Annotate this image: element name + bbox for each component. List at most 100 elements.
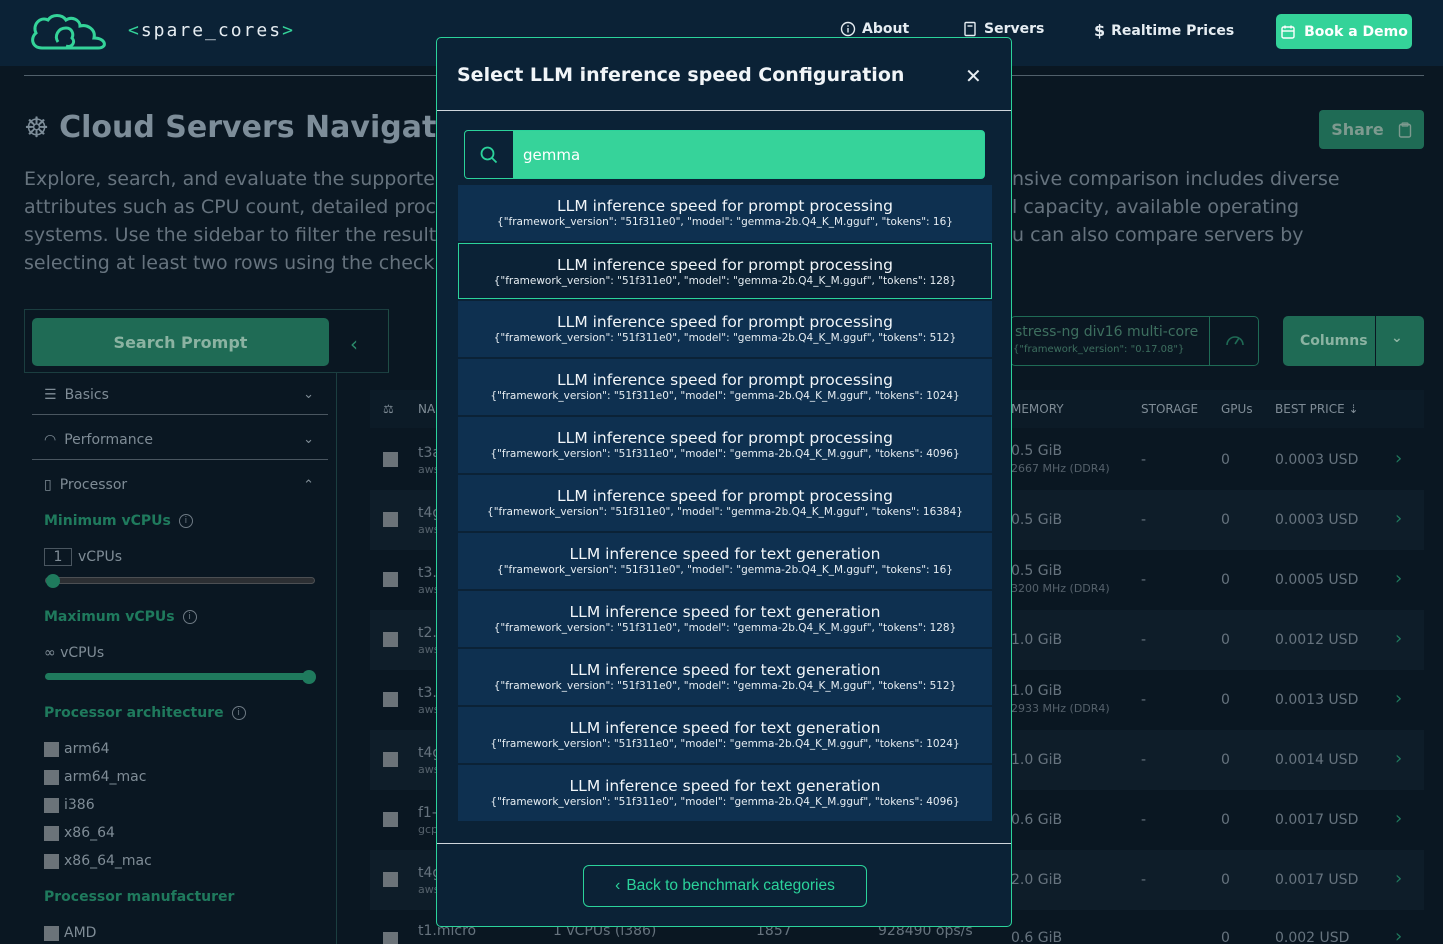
search-icon	[465, 131, 513, 178]
arch-checkbox[interactable]	[44, 826, 59, 841]
server-price: 0.0003 USD	[1275, 452, 1359, 468]
column-gpus[interactable]: GPUs	[1221, 402, 1253, 416]
chevron-right-icon[interactable]: ›	[1395, 568, 1402, 589]
calendar-icon	[1281, 25, 1295, 39]
server-gpus: 0	[1221, 872, 1230, 888]
config-option[interactable]: LLM inference speed for prompt processin…	[458, 185, 992, 241]
server-memory-detail: 2667 MHz (DDR4)	[1011, 462, 1110, 475]
server-name: t3.	[418, 565, 437, 581]
search-box	[464, 130, 985, 179]
slider-handle[interactable]	[302, 670, 316, 684]
config-option[interactable]: LLM inference speed for text generation{…	[458, 591, 992, 647]
row-checkbox[interactable]	[383, 812, 398, 827]
chevron-left-icon[interactable]: ‹	[350, 332, 358, 356]
config-option[interactable]: LLM inference speed for prompt processin…	[458, 475, 992, 531]
row-checkbox[interactable]	[383, 752, 398, 767]
config-option[interactable]: LLM inference speed for prompt processin…	[458, 417, 992, 473]
arch-checkbox[interactable]	[44, 742, 59, 757]
chevron-right-icon[interactable]: ›	[1395, 748, 1402, 769]
chevron-right-icon[interactable]: ›	[1395, 508, 1402, 529]
server-memory: 1.0 GiB	[1011, 683, 1063, 699]
search-input[interactable]	[515, 131, 983, 178]
share-button[interactable]: Share	[1319, 110, 1424, 149]
config-option[interactable]: LLM inference speed for text generation{…	[458, 533, 992, 589]
chevron-right-icon[interactable]: ›	[1395, 868, 1402, 889]
min-vcpus-input[interactable]: 1	[44, 548, 72, 566]
arch-checkbox[interactable]	[44, 798, 59, 813]
row-checkbox[interactable]	[383, 632, 398, 647]
config-option[interactable]: LLM inference speed for text generation{…	[458, 707, 992, 763]
close-icon[interactable]: ✕	[965, 64, 982, 88]
min-vcpus-slider[interactable]	[45, 574, 315, 588]
compare-icon[interactable]: ⚖	[383, 402, 394, 416]
brand-name[interactable]: <spare_cores>	[128, 20, 295, 41]
chevron-right-icon[interactable]: ›	[1395, 926, 1402, 944]
server-price: 0.0017 USD	[1275, 872, 1359, 888]
sidebar-section-processor[interactable]: ▯ Processor ⌃	[32, 465, 328, 505]
min-vcpus-label: Minimum vCPUs i	[44, 513, 193, 529]
server-price: 0.0005 USD	[1275, 572, 1359, 588]
info-icon[interactable]: i	[182, 610, 197, 624]
book-demo-button[interactable]: Book a Demo	[1276, 14, 1412, 49]
info-icon[interactable]: i	[178, 514, 193, 528]
server-gpus: 0	[1221, 572, 1230, 588]
row-checkbox[interactable]	[383, 452, 398, 467]
column-memory[interactable]: MEMORY	[1011, 402, 1064, 416]
config-option[interactable]: LLM inference speed for prompt processin…	[458, 301, 992, 357]
sidebar-section-basics[interactable]: ☰ Basics ⌄	[32, 375, 328, 415]
columns-button[interactable]: Columns ⌄	[1283, 316, 1424, 366]
row-checkbox[interactable]	[383, 512, 398, 527]
search-prompt-button[interactable]: Search Prompt	[32, 318, 329, 366]
config-option[interactable]: LLM inference speed for prompt processin…	[458, 359, 992, 415]
intro-text-right: nsive comparison includes diverse l capa…	[1012, 168, 1340, 246]
info-icon	[840, 21, 856, 37]
nav-servers[interactable]: Servers	[962, 21, 1044, 37]
arch-checkbox[interactable]	[44, 770, 59, 785]
column-storage[interactable]: STORAGE	[1141, 402, 1198, 416]
chevron-right-icon[interactable]: ›	[1395, 628, 1402, 649]
arch-checkbox[interactable]	[44, 854, 59, 869]
config-option[interactable]: LLM inference speed for text generation{…	[458, 765, 992, 821]
nav-about[interactable]: About	[840, 21, 909, 37]
chevron-right-icon[interactable]: ›	[1395, 808, 1402, 829]
arch-label: x86_64	[64, 825, 115, 841]
max-vcpus-value: ∞ vCPUs	[44, 645, 105, 661]
server-storage: -	[1141, 752, 1147, 768]
chevron-right-icon[interactable]: ›	[1395, 688, 1402, 709]
server-storage: -	[1141, 632, 1147, 648]
sidebar-section-performance[interactable]: ◠ Performance ⌄	[32, 420, 328, 460]
chevron-down-icon[interactable]: ⌄	[1391, 330, 1403, 346]
arch-label: x86_64_mac	[64, 853, 152, 869]
column-best-price[interactable]: BEST PRICE ⇣	[1275, 402, 1359, 416]
server-memory: 0.5 GiB	[1011, 512, 1063, 528]
row-checkbox[interactable]	[383, 932, 398, 944]
row-checkbox[interactable]	[383, 692, 398, 707]
chevron-right-icon[interactable]: ›	[1395, 448, 1402, 469]
server-gpus: 0	[1221, 692, 1230, 708]
config-option[interactable]: LLM inference speed for text generation{…	[458, 649, 992, 705]
row-checkbox[interactable]	[383, 572, 398, 587]
manufacturer-checkbox[interactable]	[44, 926, 59, 941]
gauge-icon[interactable]	[1209, 316, 1259, 366]
config-list: LLM inference speed for prompt processin…	[458, 185, 992, 823]
info-icon[interactable]: i	[231, 706, 246, 720]
spare-cores-logo-icon[interactable]	[28, 12, 110, 52]
benchmark-name: stress-ng div16 multi-core	[1015, 324, 1199, 340]
divider	[437, 110, 1011, 111]
max-vcpus-slider[interactable]	[45, 670, 316, 684]
row-checkbox[interactable]	[383, 872, 398, 887]
server-memory-detail: 3200 MHz (DDR4)	[1011, 582, 1110, 595]
config-option[interactable]: LLM inference speed for prompt processin…	[458, 243, 992, 299]
list-icon: ☰	[44, 386, 57, 403]
column-name[interactable]: NA	[418, 402, 435, 416]
server-memory: 0.5 GiB	[1011, 443, 1063, 459]
back-to-categories-button[interactable]: ‹ Back to benchmark categories	[583, 865, 867, 907]
chevron-down-icon: ⌄	[303, 432, 314, 447]
config-option-title: LLM inference speed for prompt processin…	[557, 313, 893, 331]
slider-handle[interactable]	[46, 574, 60, 588]
server-storage: -	[1141, 452, 1147, 468]
config-option-title: LLM inference speed for prompt processin…	[557, 371, 893, 389]
nav-realtime-prices[interactable]: $ Realtime Prices	[1094, 21, 1234, 40]
sort-icon[interactable]: ⇣	[1348, 402, 1358, 416]
server-storage: -	[1141, 812, 1147, 828]
